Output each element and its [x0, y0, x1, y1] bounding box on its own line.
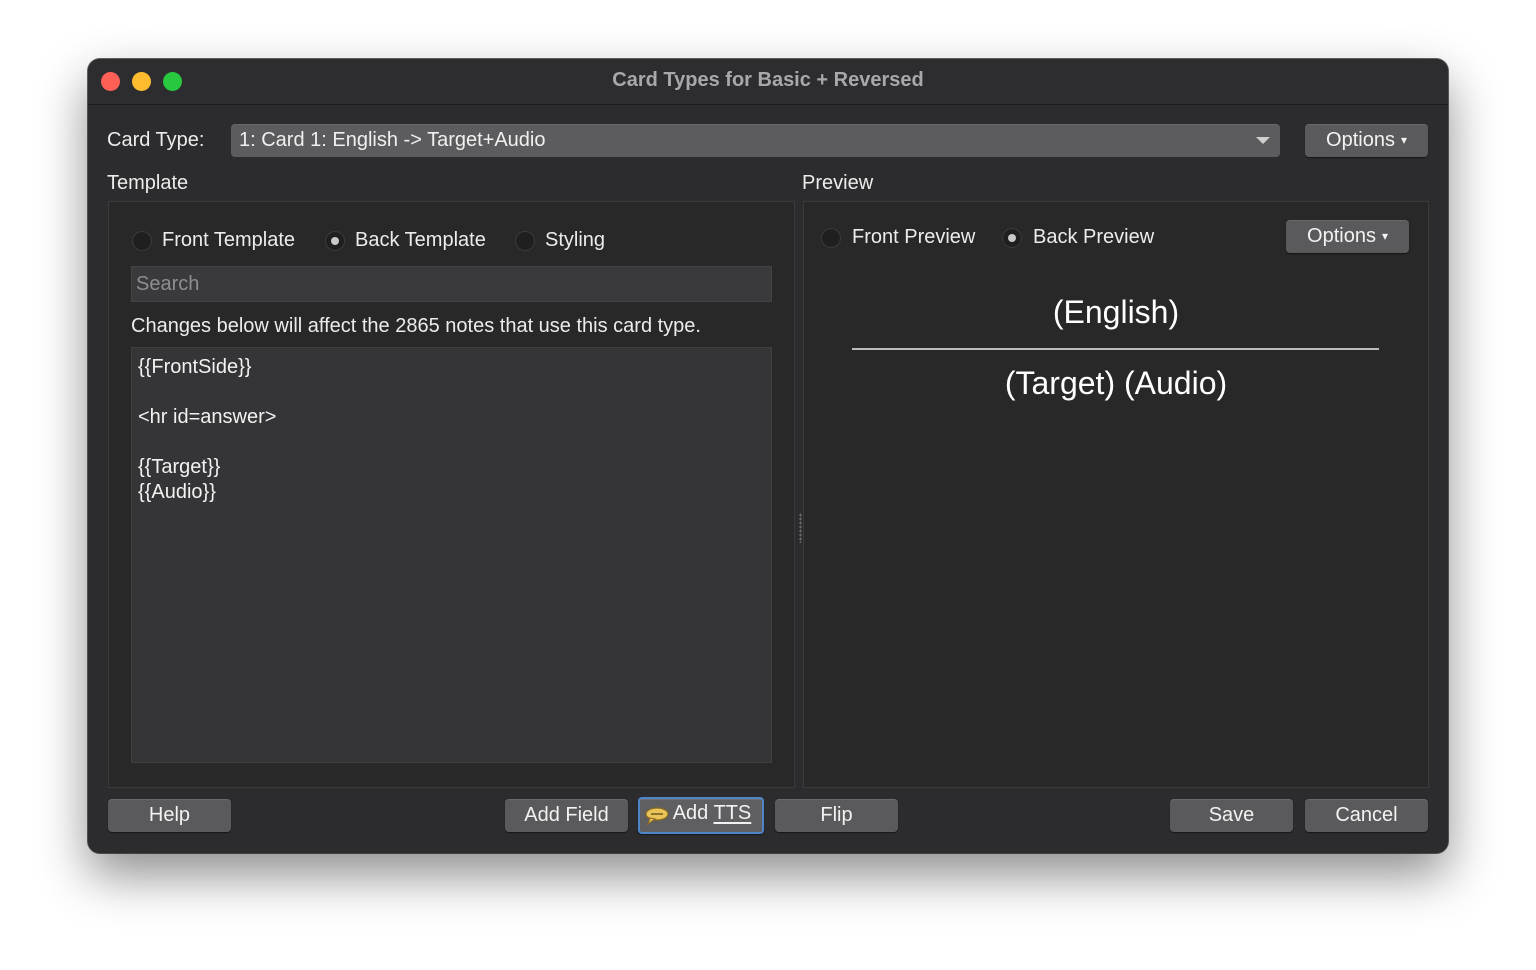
template-notice-text: Changes below will affect the 2865 notes… [131, 315, 701, 337]
back-preview-radio[interactable] [1002, 228, 1022, 248]
preview-answer-divider [852, 348, 1379, 350]
preview-section-label: Preview [802, 172, 874, 194]
back-template-label[interactable]: Back Template [355, 229, 486, 252]
title-bar[interactable]: Card Types for Basic + Reversed [88, 59, 1448, 105]
card-type-options-button[interactable]: Options ▾ [1305, 124, 1428, 157]
save-button[interactable]: Save [1170, 799, 1293, 832]
add-field-button[interactable]: Add Field [505, 799, 628, 832]
card-type-selected-value: 1: Card 1: English -> Target+Audio [239, 129, 546, 151]
add-tts-button[interactable]: Add TTS [638, 797, 764, 834]
card-types-window: Card Types for Basic + Reversed Card Typ… [88, 59, 1448, 853]
template-panel: Front Template Back Template Styling Sea… [108, 201, 795, 788]
editor-line: {{Target}} [138, 456, 221, 478]
help-button[interactable]: Help [108, 799, 231, 832]
panel-splitter-handle[interactable] [799, 513, 802, 543]
card-type-options-label: Options [1326, 129, 1395, 151]
preview-options-label: Options [1307, 225, 1376, 247]
preview-front-text: (English) [1052, 294, 1180, 330]
cancel-button[interactable]: Cancel [1305, 799, 1428, 832]
front-template-radio[interactable] [132, 231, 152, 251]
front-template-label[interactable]: Front Template [162, 229, 295, 252]
preview-back-text: (Target) (Audio) [1004, 365, 1228, 401]
caret-down-icon: ▾ [1400, 133, 1407, 147]
preview-options-button[interactable]: Options ▾ [1286, 220, 1409, 253]
dialog-body: Card Type: 1: Card 1: English -> Target+… [88, 105, 1448, 853]
card-type-label: Card Type: [107, 129, 205, 151]
speech-bubble-icon [645, 807, 669, 826]
template-section-label: Template [107, 172, 189, 194]
preview-panel: Front Preview Back Preview Options ▾ (Eng… [803, 201, 1429, 788]
back-preview-label[interactable]: Back Preview [1033, 226, 1154, 249]
caret-down-icon: ▾ [1381, 229, 1388, 243]
chevron-down-icon [1256, 137, 1270, 144]
editor-line: {{FrontSide}} [138, 356, 252, 378]
template-search-input[interactable]: Search [131, 266, 772, 302]
window-title: Card Types for Basic + Reversed [612, 69, 924, 91]
styling-label[interactable]: Styling [545, 229, 605, 252]
editor-line: {{Audio}} [138, 481, 216, 503]
front-preview-label[interactable]: Front Preview [852, 226, 975, 249]
flip-button[interactable]: Flip [775, 799, 898, 832]
editor-line: <hr id=answer> [138, 406, 277, 428]
add-tts-label: Add [672, 802, 714, 824]
styling-radio[interactable] [515, 231, 535, 251]
add-tts-accelerator: TTS [713, 802, 752, 824]
template-editor[interactable]: {{FrontSide}} <hr id=answer> {{Target}} … [131, 347, 772, 763]
back-template-radio[interactable] [325, 231, 345, 251]
front-preview-radio[interactable] [821, 228, 841, 248]
card-type-select[interactable]: 1: Card 1: English -> Target+Audio [231, 124, 1280, 157]
